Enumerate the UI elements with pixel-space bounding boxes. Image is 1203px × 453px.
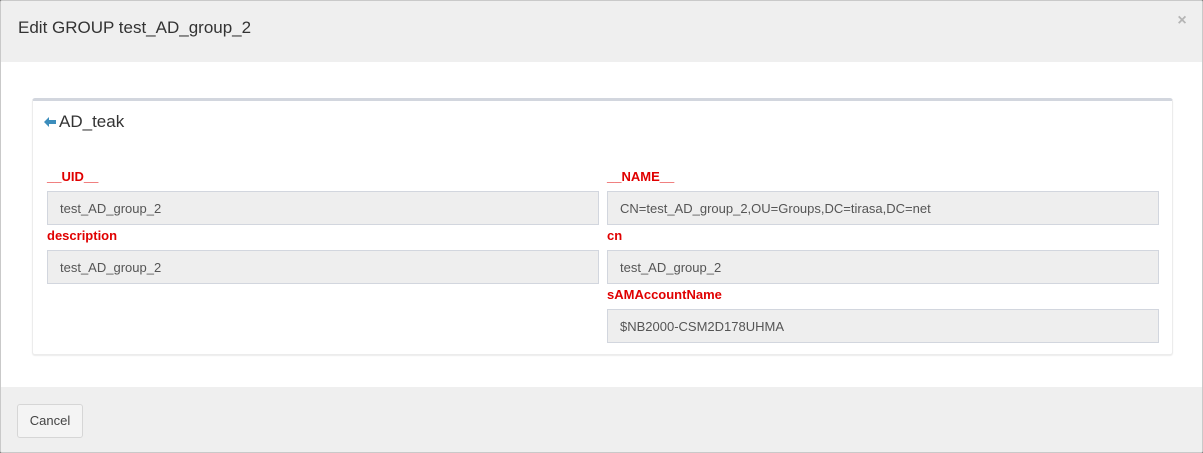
box-title: AD_teak [59, 112, 125, 131]
close-icon: × [1177, 12, 1187, 29]
samaccountname-field[interactable] [607, 309, 1159, 343]
connector-object-box: AD_teak __UID__ __NAME__ description cn … [32, 98, 1173, 355]
modal-header: Edit GROUP test_AD_group_2 × [1, 1, 1202, 62]
cn-label: cn [607, 228, 623, 243]
samaccountname-label: sAMAccountName [607, 287, 722, 302]
arrow-left-icon [44, 117, 56, 127]
back-link[interactable]: AD_teak [43, 111, 124, 133]
uid-field[interactable] [47, 191, 599, 225]
description-field[interactable] [47, 250, 599, 284]
close-button[interactable]: × [1175, 13, 1189, 29]
name-field[interactable] [607, 191, 1159, 225]
name-label: __NAME__ [607, 169, 675, 184]
edit-group-modal: Edit GROUP test_AD_group_2 × AD_teak __U… [0, 0, 1203, 453]
uid-label: __UID__ [47, 169, 99, 184]
modal-footer: Cancel [1, 387, 1202, 452]
cn-field[interactable] [607, 250, 1159, 284]
modal-title: Edit GROUP test_AD_group_2 [18, 18, 252, 37]
modal-body: AD_teak __UID__ __NAME__ description cn … [1, 62, 1202, 387]
description-label: description [47, 228, 118, 243]
cancel-button[interactable]: Cancel [17, 404, 83, 438]
